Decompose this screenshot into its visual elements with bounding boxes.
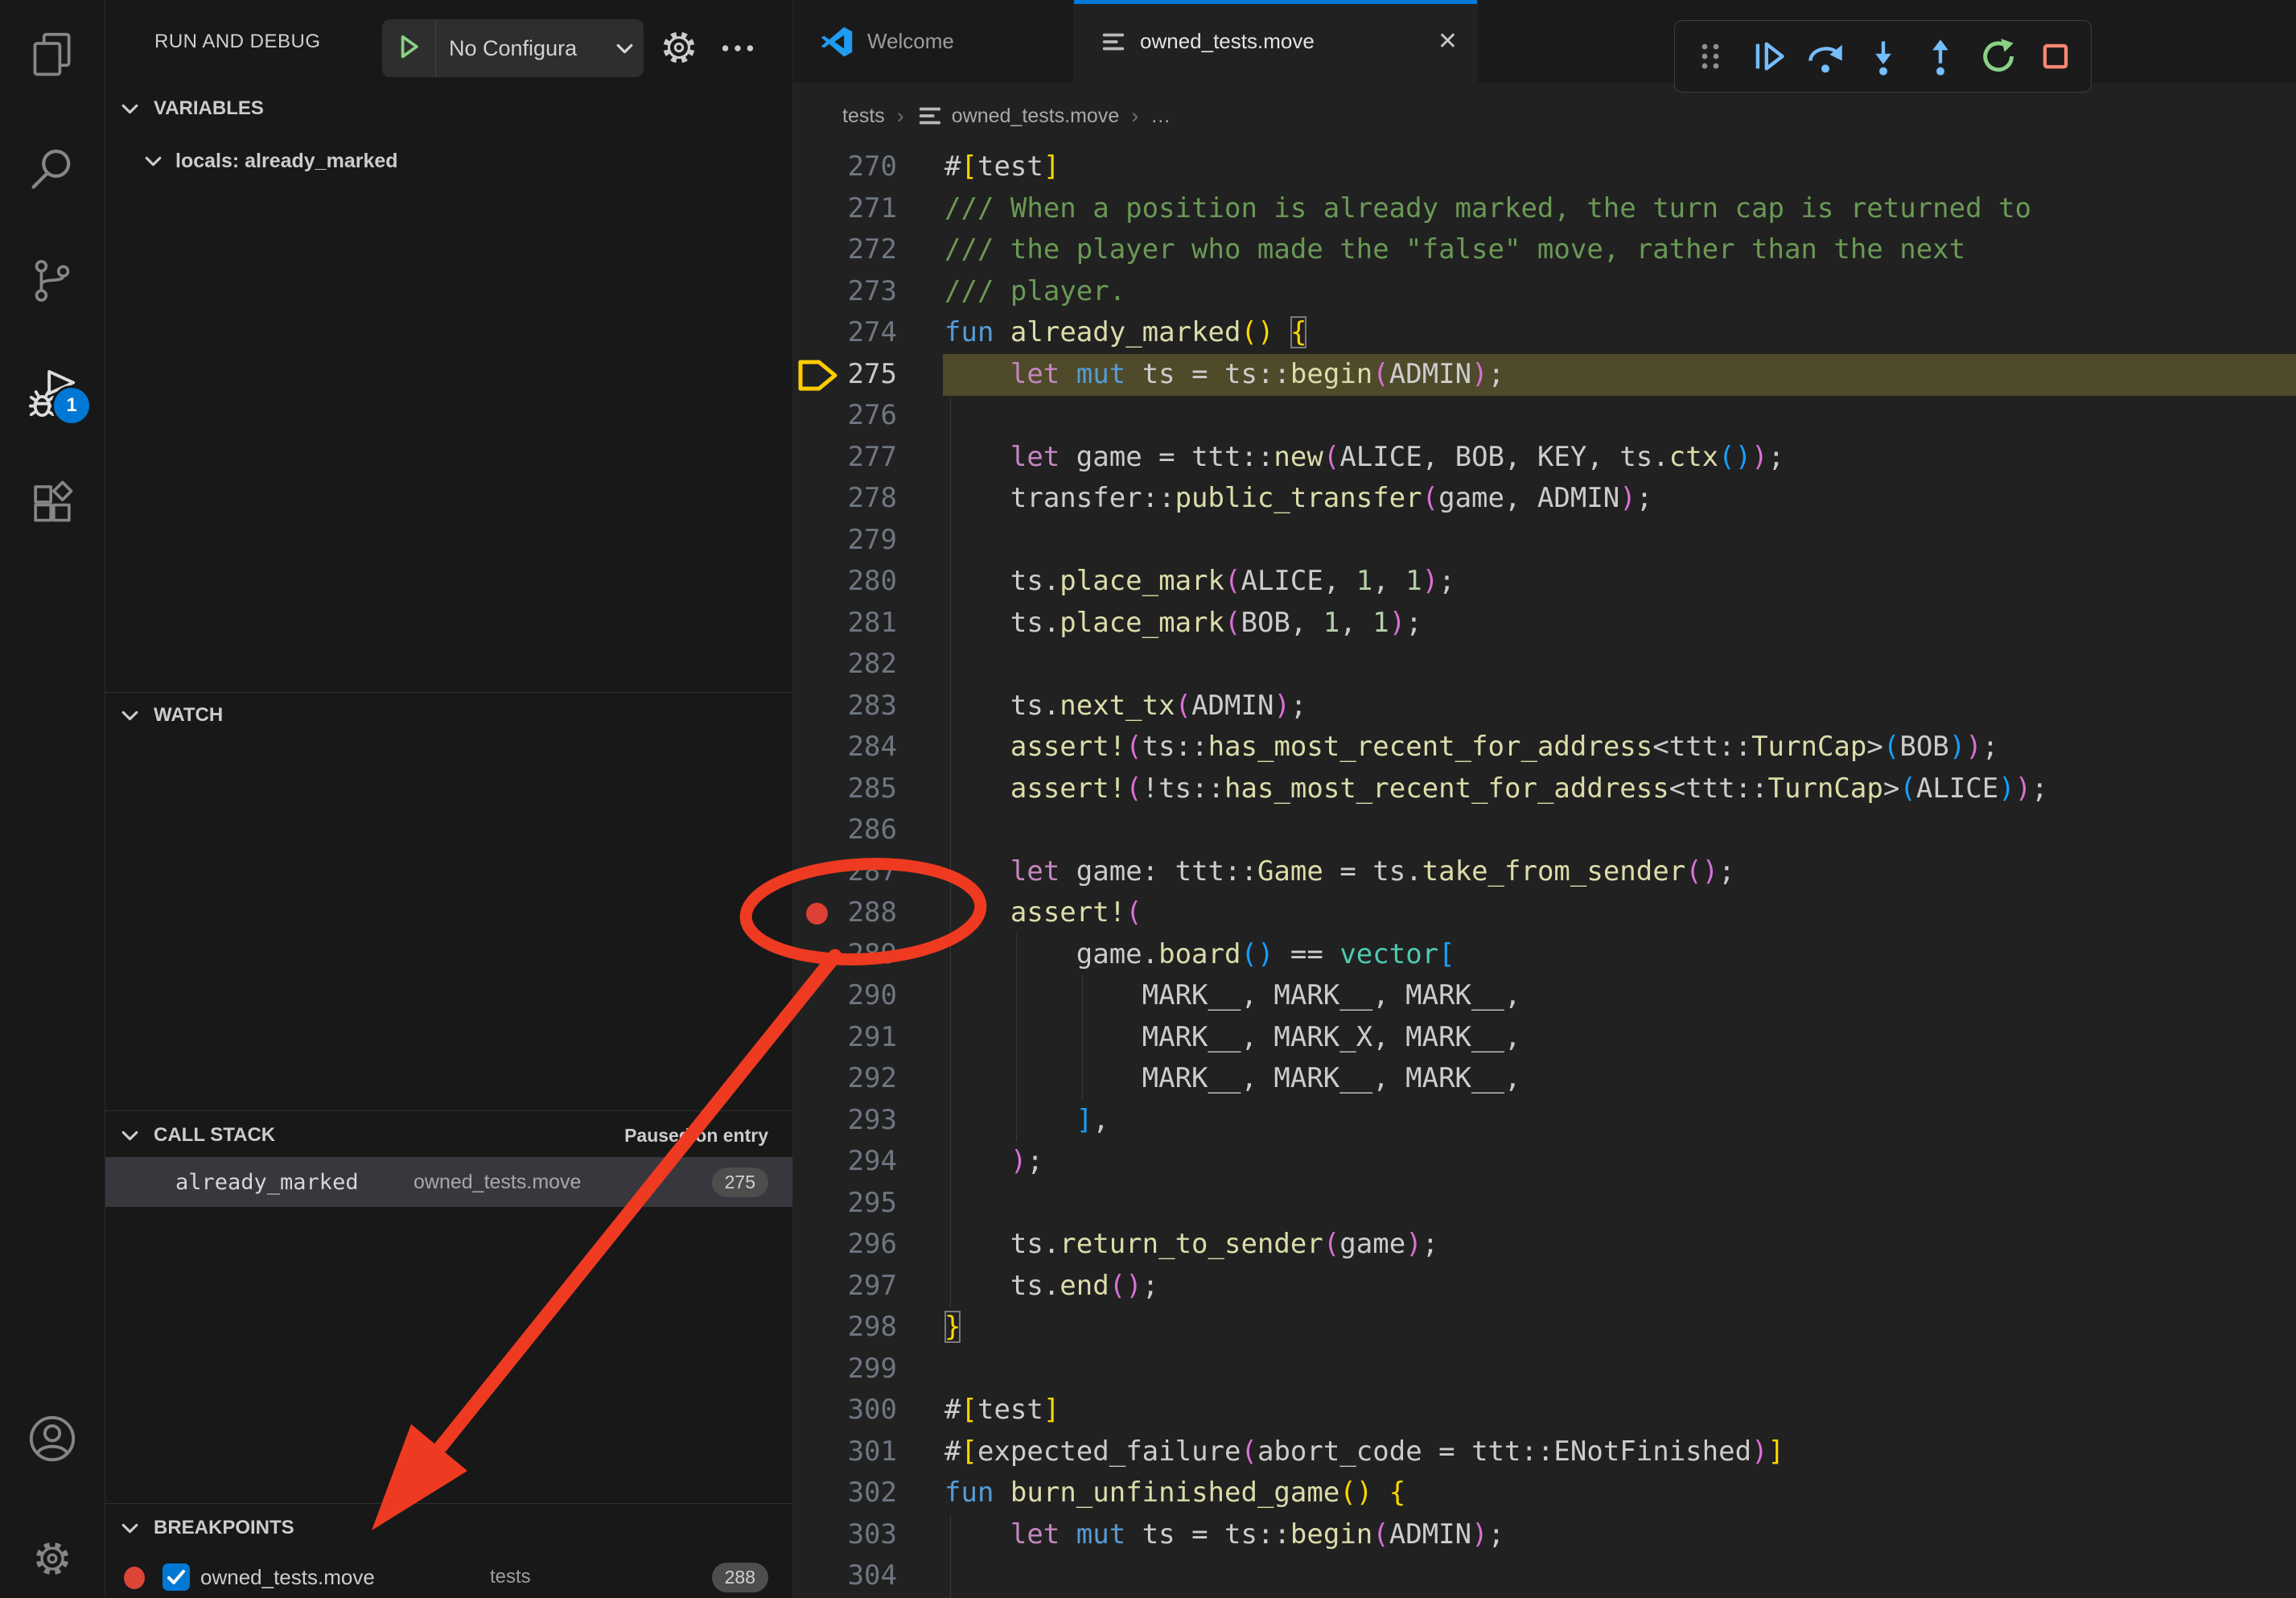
code-line[interactable]: let mut ts = ts::begin(ADMIN); bbox=[944, 354, 1504, 396]
line-number[interactable]: 296 bbox=[792, 1224, 897, 1266]
code-line[interactable]: let game: ttt::Game = ts.take_from_sende… bbox=[944, 851, 1735, 893]
line-number[interactable]: 272 bbox=[792, 229, 897, 271]
code-line[interactable]: MARK__, MARK__, MARK__, bbox=[944, 1058, 1520, 1100]
line-number[interactable]: 304 bbox=[792, 1555, 897, 1597]
continue-button[interactable] bbox=[1747, 32, 1790, 80]
code-line[interactable]: fun burn_unfinished_game() { bbox=[944, 1472, 1405, 1514]
line-number[interactable]: 279 bbox=[792, 520, 897, 562]
code-line[interactable]: #[test] bbox=[944, 1390, 1060, 1431]
debug-toolbar bbox=[1674, 20, 2092, 93]
code-line[interactable]: MARK__, MARK_X, MARK__, bbox=[944, 1017, 1520, 1059]
line-number[interactable]: 277 bbox=[792, 437, 897, 479]
code-line[interactable]: ); bbox=[944, 1141, 1043, 1183]
code-line[interactable]: assert!(!ts::has_most_recent_for_address… bbox=[944, 768, 2048, 810]
restart-button[interactable] bbox=[1976, 32, 2019, 80]
line-number[interactable]: 285 bbox=[792, 768, 897, 810]
code-line[interactable]: /// When a position is already marked, t… bbox=[944, 188, 2031, 230]
line-number[interactable]: 283 bbox=[792, 686, 897, 727]
code-line[interactable]: assert!( bbox=[944, 892, 1142, 934]
code-line[interactable]: fun already_marked() { bbox=[944, 312, 1306, 354]
code-line[interactable]: ], bbox=[944, 1100, 1109, 1142]
line-number[interactable]: 284 bbox=[792, 727, 897, 768]
line-number[interactable]: 270 bbox=[792, 146, 897, 188]
line-number[interactable]: 282 bbox=[792, 644, 897, 686]
line-number[interactable]: 292 bbox=[792, 1058, 897, 1100]
line-number[interactable]: 276 bbox=[792, 395, 897, 437]
line-number[interactable]: 293 bbox=[792, 1100, 897, 1142]
line-number[interactable]: 281 bbox=[792, 603, 897, 645]
code-line[interactable]: transfer::public_transfer(game, ADMIN); bbox=[944, 478, 1652, 520]
line-number[interactable]: 286 bbox=[792, 809, 897, 851]
code-line[interactable]: ts.place_mark(ALICE, 1, 1); bbox=[944, 561, 1455, 603]
code-line[interactable]: /// the player who made the "false" move… bbox=[944, 229, 1965, 271]
debug-stackframe-icon bbox=[796, 359, 841, 397]
line-number[interactable]: 301 bbox=[792, 1431, 897, 1473]
code-line[interactable]: ts.next_tx(ADMIN); bbox=[944, 686, 1306, 727]
code-line[interactable]: #[test] bbox=[944, 146, 1060, 188]
code-line[interactable]: #[expected_failure(abort_code = ttt::ENo… bbox=[944, 1431, 1784, 1473]
line-number[interactable]: 297 bbox=[792, 1266, 897, 1308]
line-number[interactable]: 280 bbox=[792, 561, 897, 603]
code-line[interactable]: let game = ttt::new(ALICE, BOB, KEY, ts.… bbox=[944, 437, 1784, 479]
line-number[interactable]: 278 bbox=[792, 478, 897, 520]
code-line[interactable]: ts.place_mark(BOB, 1, 1); bbox=[944, 603, 1422, 645]
line-number[interactable]: 290 bbox=[792, 975, 897, 1017]
step-out-button[interactable] bbox=[1919, 32, 1962, 80]
line-number[interactable]: 271 bbox=[792, 188, 897, 230]
line-number[interactable]: 295 bbox=[792, 1183, 897, 1225]
step-into-button[interactable] bbox=[1862, 32, 1905, 80]
line-number[interactable]: 303 bbox=[792, 1514, 897, 1556]
line-number[interactable]: 273 bbox=[792, 271, 897, 313]
line-number[interactable]: 299 bbox=[792, 1349, 897, 1390]
code-line[interactable]: ts.end(); bbox=[944, 1266, 1158, 1308]
vscode-window: 1 RUN AND DEBUG No Configura VARIABLES l… bbox=[0, 0, 2296, 1598]
line-number[interactable]: 291 bbox=[792, 1017, 897, 1059]
line-number[interactable]: 300 bbox=[792, 1390, 897, 1431]
code-line[interactable]: ts.return_to_sender(game); bbox=[944, 1224, 1438, 1266]
code-line[interactable]: game.board() == vector[ bbox=[944, 934, 1455, 976]
code-line[interactable]: MARK__, MARK__, MARK__, bbox=[944, 975, 1520, 1017]
code-line[interactable]: assert!(ts::has_most_recent_for_address<… bbox=[944, 727, 1998, 768]
drag-grip-handle[interactable] bbox=[1689, 32, 1732, 80]
code-editor: 270 #[test] 271 /// When a position is alre… bbox=[0, 0, 2296, 1598]
breakpoint-icon[interactable] bbox=[806, 903, 828, 925]
line-number[interactable]: 274 bbox=[792, 312, 897, 354]
code-line[interactable]: /// player. bbox=[944, 271, 1125, 313]
stop-button[interactable] bbox=[2034, 32, 2077, 80]
line-number[interactable]: 298 bbox=[792, 1307, 897, 1349]
step-over-button[interactable] bbox=[1804, 32, 1847, 80]
code-line[interactable]: let mut ts = ts::begin(ADMIN); bbox=[944, 1514, 1504, 1556]
line-number[interactable]: 289 bbox=[792, 934, 897, 976]
line-number[interactable]: 294 bbox=[792, 1141, 897, 1183]
code-line[interactable]: } bbox=[944, 1307, 961, 1349]
line-number[interactable]: 302 bbox=[792, 1472, 897, 1514]
line-number[interactable]: 287 bbox=[792, 851, 897, 893]
